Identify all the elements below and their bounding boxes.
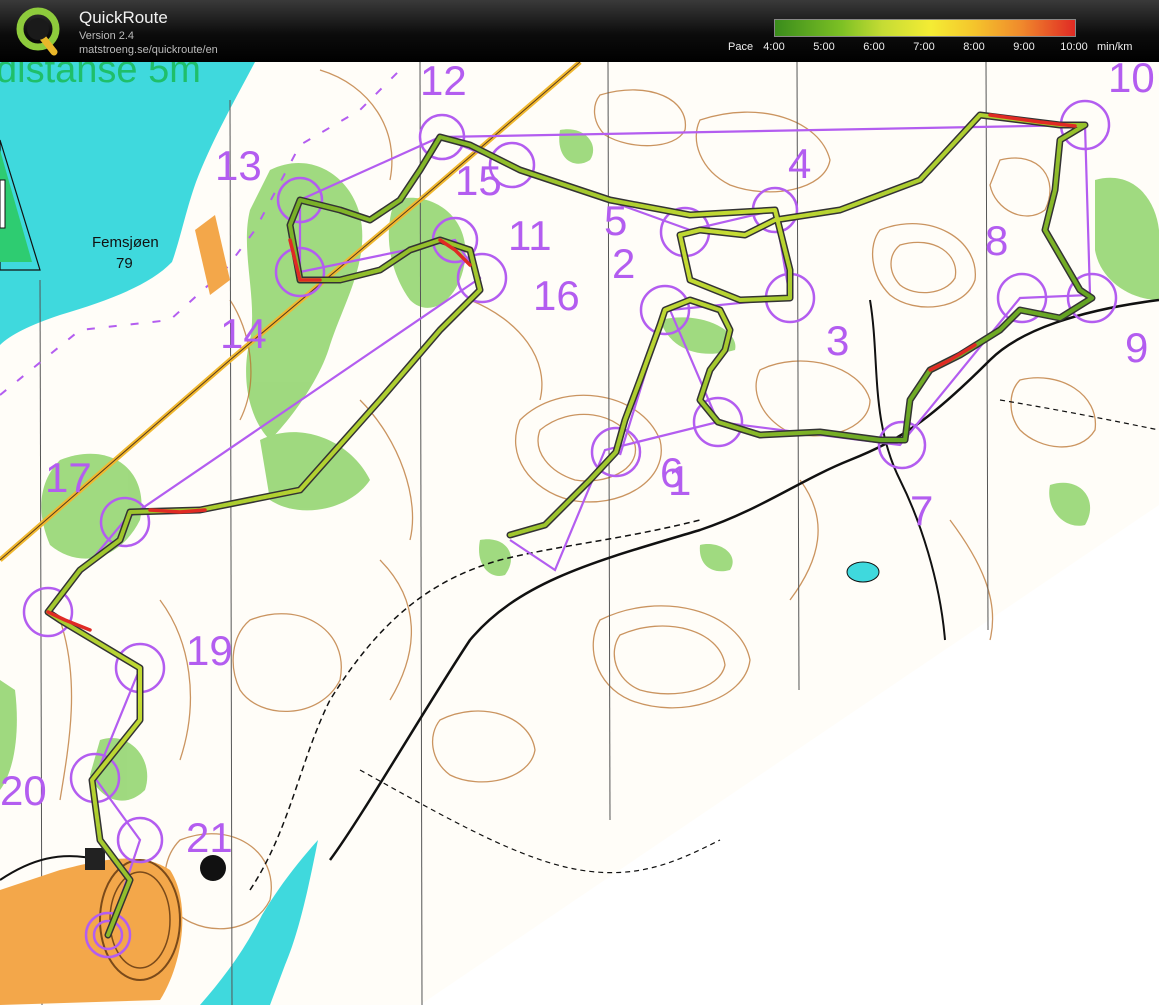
control-number: 16 (533, 272, 580, 319)
pace-tick: 10:00 (1060, 41, 1088, 53)
lake-elevation: 79 (116, 255, 133, 272)
pace-tick: 6:00 (863, 41, 885, 53)
pace-unit: min/km (1097, 41, 1133, 53)
app-url[interactable]: matstroeng.se/quickroute/en (79, 44, 218, 56)
orienteering-map[interactable]: 1 2 3 4 5 6 7 8 9 10 11 12 13 14 15 16 1… (0, 62, 1159, 1005)
control-number: 20 (0, 767, 47, 814)
control-number: 12 (420, 62, 467, 104)
control-number: 14 (220, 310, 267, 357)
small-pond (846, 561, 880, 583)
control-number: 2 (612, 240, 635, 287)
control-number: 11 (508, 212, 552, 259)
start-marker (0, 179, 6, 229)
control-number: 17 (45, 454, 92, 501)
control-number: 13 (215, 142, 262, 189)
map-title: distanse 5m (0, 62, 201, 91)
app-version: Version 2.4 (79, 30, 135, 42)
control-number: 3 (826, 317, 849, 364)
control-number: 7 (910, 487, 933, 534)
pace-tick: 7:00 (913, 41, 935, 53)
control-number: 21 (186, 814, 233, 861)
pace-color-scale (774, 19, 1076, 37)
pace-tick: 5:00 (813, 41, 835, 53)
lake-name: Femsjøen (92, 234, 159, 251)
control-number: 19 (186, 627, 233, 674)
pace-tick: 8:00 (963, 41, 985, 53)
control-number: 9 (1125, 324, 1148, 371)
quickroute-logo-icon (16, 7, 60, 56)
control-number: 8 (985, 217, 1008, 264)
control-number: 4 (788, 140, 811, 187)
app-header: QuickRoute Version 2.4 matstroeng.se/qui… (0, 0, 1159, 62)
control-number: 5 (604, 197, 627, 244)
control-number: 6 (660, 449, 683, 496)
pace-tick: 4:00 (763, 41, 785, 53)
control-number: 15 (455, 157, 502, 204)
pace-tick: 9:00 (1013, 41, 1035, 53)
control-number: 10 (1108, 62, 1155, 101)
pace-label: Pace (728, 41, 754, 53)
app-name: QuickRoute (79, 8, 168, 27)
